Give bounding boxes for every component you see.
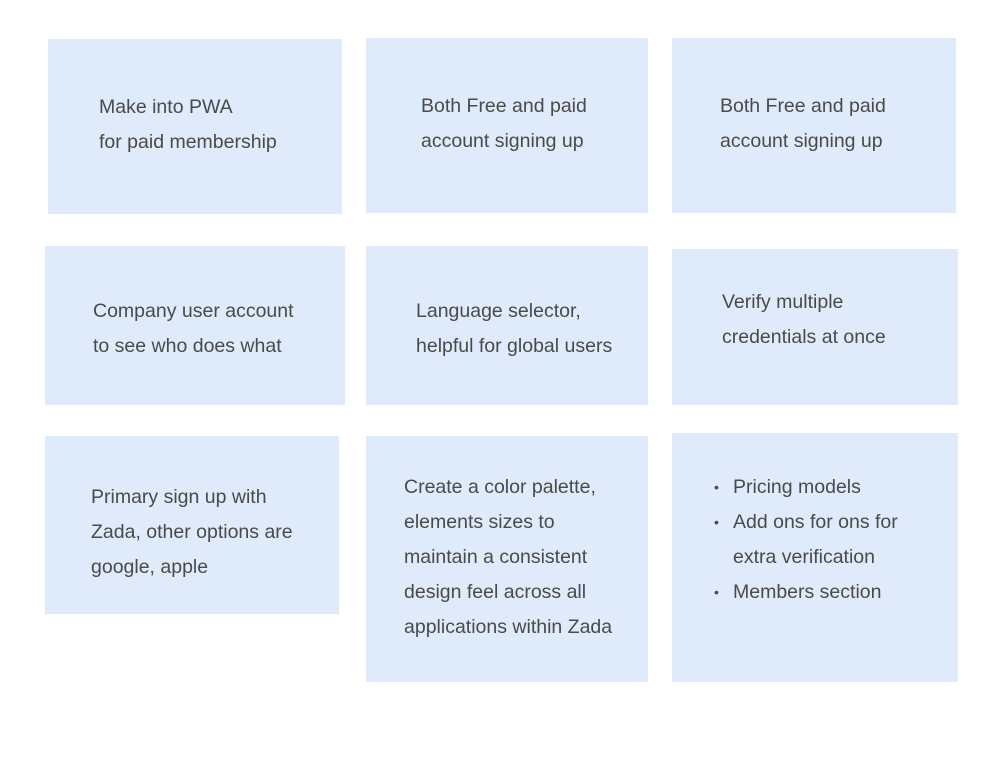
- sticky-note-primary-signup[interactable]: Primary sign up with Zada, other options…: [45, 436, 339, 614]
- note-text: Both Free and paid account signing up: [421, 95, 587, 152]
- sticky-note-signup-1[interactable]: Both Free and paid account signing up: [366, 38, 648, 213]
- note-text: Verify multiple credentials at once: [722, 291, 886, 348]
- list-item-text: Add ons for ons for extra verification: [733, 511, 898, 568]
- list-item-text: Members section: [733, 581, 882, 603]
- note-text: Create a color palette, elements sizes t…: [404, 476, 613, 638]
- bullet-icon: •: [714, 514, 719, 530]
- bullet-icon: •: [714, 479, 719, 495]
- list-item: • Pricing models: [714, 470, 898, 505]
- note-text: Primary sign up with Zada, other options…: [91, 486, 293, 578]
- note-text: Company user account to see who does wha…: [93, 300, 294, 357]
- sticky-note-board: Make into PWA for paid membership Both F…: [0, 0, 1003, 774]
- sticky-note-pwa[interactable]: Make into PWA for paid membership: [48, 39, 342, 214]
- sticky-note-language-selector[interactable]: Language selector, helpful for global us…: [366, 246, 648, 405]
- sticky-note-color-palette[interactable]: Create a color palette, elements sizes t…: [366, 436, 648, 682]
- list-item: • Members section: [714, 575, 898, 610]
- bullet-list: • Pricing models • Add ons for ons for ext…: [714, 470, 898, 610]
- note-text: Make into PWA for paid membership: [99, 96, 277, 153]
- sticky-note-verify-credentials[interactable]: Verify multiple credentials at once: [672, 249, 958, 405]
- sticky-note-pricing[interactable]: • Pricing models • Add ons for ons for ext…: [672, 433, 958, 682]
- sticky-note-signup-2[interactable]: Both Free and paid account signing up: [672, 38, 956, 213]
- note-text: Both Free and paid account signing up: [720, 95, 886, 152]
- sticky-note-company-account[interactable]: Company user account to see who does wha…: [45, 246, 345, 405]
- list-item: • Add ons for ons for extra verification: [714, 505, 898, 575]
- list-item-text: Pricing models: [733, 476, 861, 498]
- note-text: Language selector, helpful for global us…: [416, 300, 613, 357]
- bullet-icon: •: [714, 584, 719, 600]
